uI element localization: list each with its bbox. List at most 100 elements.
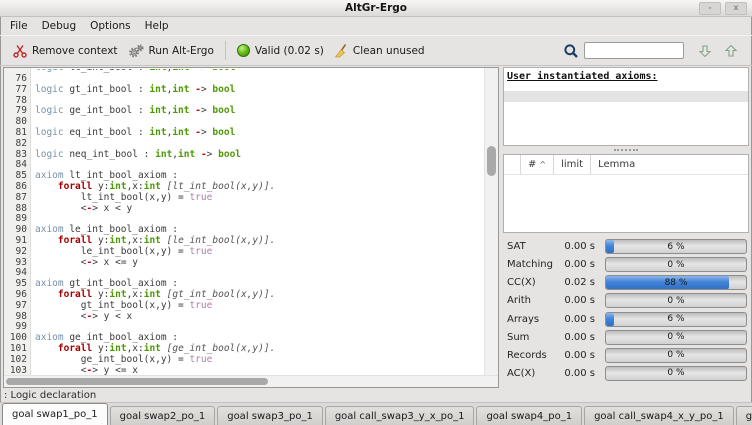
lemma-table-header: # ^ limit Lemma xyxy=(504,155,748,175)
stat-progress-bar: 0 % xyxy=(605,293,747,308)
stat-label: Arith xyxy=(507,295,559,306)
stat-row-matching: Matching0.00 s 0 % xyxy=(507,257,747,272)
stat-percent-label: 6 % xyxy=(606,240,746,253)
stat-progress-bar: 0 % xyxy=(605,366,747,381)
altgr-ergo-window: { "window": {"title": "AltGr-Ergo", "min… xyxy=(0,0,752,423)
stat-label: CC(X) xyxy=(507,277,559,288)
code-text-area[interactable]: logic lt_int_bool : int,int -> bool logic… xyxy=(31,68,484,375)
line-number: 103 xyxy=(4,366,27,375)
code-line: <-> x <= y xyxy=(35,258,484,269)
stat-progress-bar: 0 % xyxy=(605,330,747,345)
line-number xyxy=(4,69,27,74)
menu-item-options[interactable]: Options xyxy=(83,18,138,34)
tab-goal-swap2_po_1[interactable]: goal swap2_po_1 xyxy=(110,406,216,425)
clean-unused-label: Clean unused xyxy=(353,45,425,57)
stat-row-sum: Sum0.00 s0 % xyxy=(507,330,747,345)
instantiated-axioms-box[interactable]: User instantiated axioms: xyxy=(503,67,749,146)
stat-percent-label: 0 % xyxy=(606,294,746,307)
stat-time: 0.00 s xyxy=(559,259,595,270)
search-input[interactable] xyxy=(584,42,684,59)
panel-splitter[interactable] xyxy=(503,146,749,154)
search-icon xyxy=(563,43,579,59)
stat-percent-label: 88 % xyxy=(606,276,746,289)
code-editor: 7677787980818283848586878889909192939495… xyxy=(3,67,499,388)
lemma-table: # ^ limit Lemma xyxy=(503,154,749,233)
code-line: <-> x < y xyxy=(35,204,484,215)
stat-label: Matching xyxy=(507,259,559,270)
stat-percent-label: 0 % xyxy=(606,331,746,344)
find-next-button[interactable] xyxy=(692,42,718,60)
editor-body: 7677787980818283848586878889909192939495… xyxy=(4,68,498,375)
remove-context-button[interactable]: Remove context xyxy=(8,41,123,61)
line-number: 77 xyxy=(4,85,27,96)
broom-icon xyxy=(334,44,348,58)
theory-stats-panel: SAT0.00 s6 %Matching0.00 s0 %CC(X)0.02 s… xyxy=(503,233,749,388)
stat-progress-bar: 0 % xyxy=(605,257,747,272)
run-alt-ergo-button[interactable]: Run Alt-Ergo xyxy=(123,41,219,61)
vertical-scrollbar-thumb[interactable] xyxy=(487,146,496,176)
splitter-grip-icon xyxy=(614,149,638,151)
stat-label: Sum xyxy=(507,332,559,343)
limit-header-label: limit xyxy=(561,159,583,170)
clean-unused-button[interactable]: Clean unused xyxy=(329,41,430,61)
window-buttons: - x xyxy=(699,2,752,15)
editor-vertical-scrollbar[interactable] xyxy=(484,68,498,375)
code-line: logic neq_int_bool : int,int -> bool xyxy=(35,150,484,161)
arrow-up-icon xyxy=(724,44,738,58)
arrow-down-icon xyxy=(698,44,712,58)
lemma-table-corner-cell xyxy=(504,155,520,174)
stat-label: Records xyxy=(507,350,559,361)
status-text: : Logic declaration xyxy=(4,390,96,401)
scissors-icon xyxy=(13,44,27,58)
stat-label: AC(X) xyxy=(507,368,559,379)
menu-item-help[interactable]: Help xyxy=(138,18,176,34)
valid-status-icon xyxy=(237,44,250,57)
code-line: <-> y <= x xyxy=(35,366,484,375)
line-number: 92 xyxy=(4,247,27,258)
minimize-button[interactable]: - xyxy=(699,2,721,15)
axioms-selected-row[interactable] xyxy=(504,91,748,102)
tab-goal-call_swap4_x_y_po_1[interactable]: goal call_swap4_x_y_po_1 xyxy=(584,406,734,425)
code-line: <-> y < x xyxy=(35,312,484,323)
stat-percent-label: 0 % xyxy=(606,349,746,362)
stat-row-acx: AC(X)0.00 s 0 % xyxy=(507,366,747,381)
sort-ascending-icon: ^ xyxy=(539,160,546,169)
stat-percent-label: 6 % xyxy=(606,313,746,326)
editor-horizontal-scrollbar[interactable] xyxy=(4,375,498,387)
code-line: logic gt_int_bool : int,int -> bool xyxy=(35,85,484,96)
find-previous-button[interactable] xyxy=(718,42,744,60)
tab-goal-call_swap4_y_x_po_1[interactable]: goal call_swap4_y_x_po_1 xyxy=(736,406,752,425)
column-header-number[interactable]: # ^ xyxy=(520,155,553,174)
menu-item-debug[interactable]: Debug xyxy=(35,18,84,34)
stat-percent-label: 0 % xyxy=(606,258,746,271)
tab-goal-swap1_po_1[interactable]: goal swap1_po_1 xyxy=(2,403,108,425)
main-area: 7677787980818283848586878889909192939495… xyxy=(0,66,752,388)
stat-progress-bar: 6 % xyxy=(605,239,747,254)
toolbar-separator xyxy=(225,41,226,60)
window-title: AltGr-Ergo xyxy=(0,2,752,14)
tab-goal-swap3_po_1[interactable]: goal swap3_po_1 xyxy=(217,406,323,425)
menu-item-file[interactable]: File xyxy=(3,18,35,34)
close-button[interactable]: x xyxy=(725,2,747,15)
horizontal-scrollbar-thumb[interactable] xyxy=(6,378,268,385)
tab-goal-call_swap3_y_x_po_1[interactable]: goal call_swap3_y_x_po_1 xyxy=(325,406,475,425)
stat-time: 0.00 s xyxy=(559,295,595,306)
tab-goal-swap4_po_1[interactable]: goal swap4_po_1 xyxy=(476,406,582,425)
line-number: 82 xyxy=(4,139,27,150)
column-header-limit[interactable]: limit xyxy=(553,155,590,174)
status-bar: : Logic declaration xyxy=(0,388,752,402)
toolbar: Remove context Run Alt-Ergo Valid (0.02 … xyxy=(0,35,752,66)
stat-time: 0.00 s xyxy=(559,368,595,379)
stat-progress-bar: 6 % xyxy=(605,312,747,327)
code-line: logic lt_int_bool : int,int -> bool xyxy=(35,69,484,74)
code-line: logic eq_int_bool : int,int -> bool xyxy=(35,128,484,139)
line-number-gutter: 7677787980818283848586878889909192939495… xyxy=(4,68,31,375)
stat-row-records: Records0.00 s0 % xyxy=(507,348,747,363)
stat-row-arrays: Arrays0.00 s6 % xyxy=(507,312,747,327)
lemma-header-label: Lemma xyxy=(598,159,635,170)
column-header-lemma[interactable]: Lemma xyxy=(590,155,748,174)
stat-time: 0.02 s xyxy=(559,277,595,288)
stat-row-ccx: CC(X)0.02 s 88 % xyxy=(507,275,747,290)
stat-row-sat: SAT0.00 s6 % xyxy=(507,239,747,254)
remove-context-label: Remove context xyxy=(32,45,118,57)
